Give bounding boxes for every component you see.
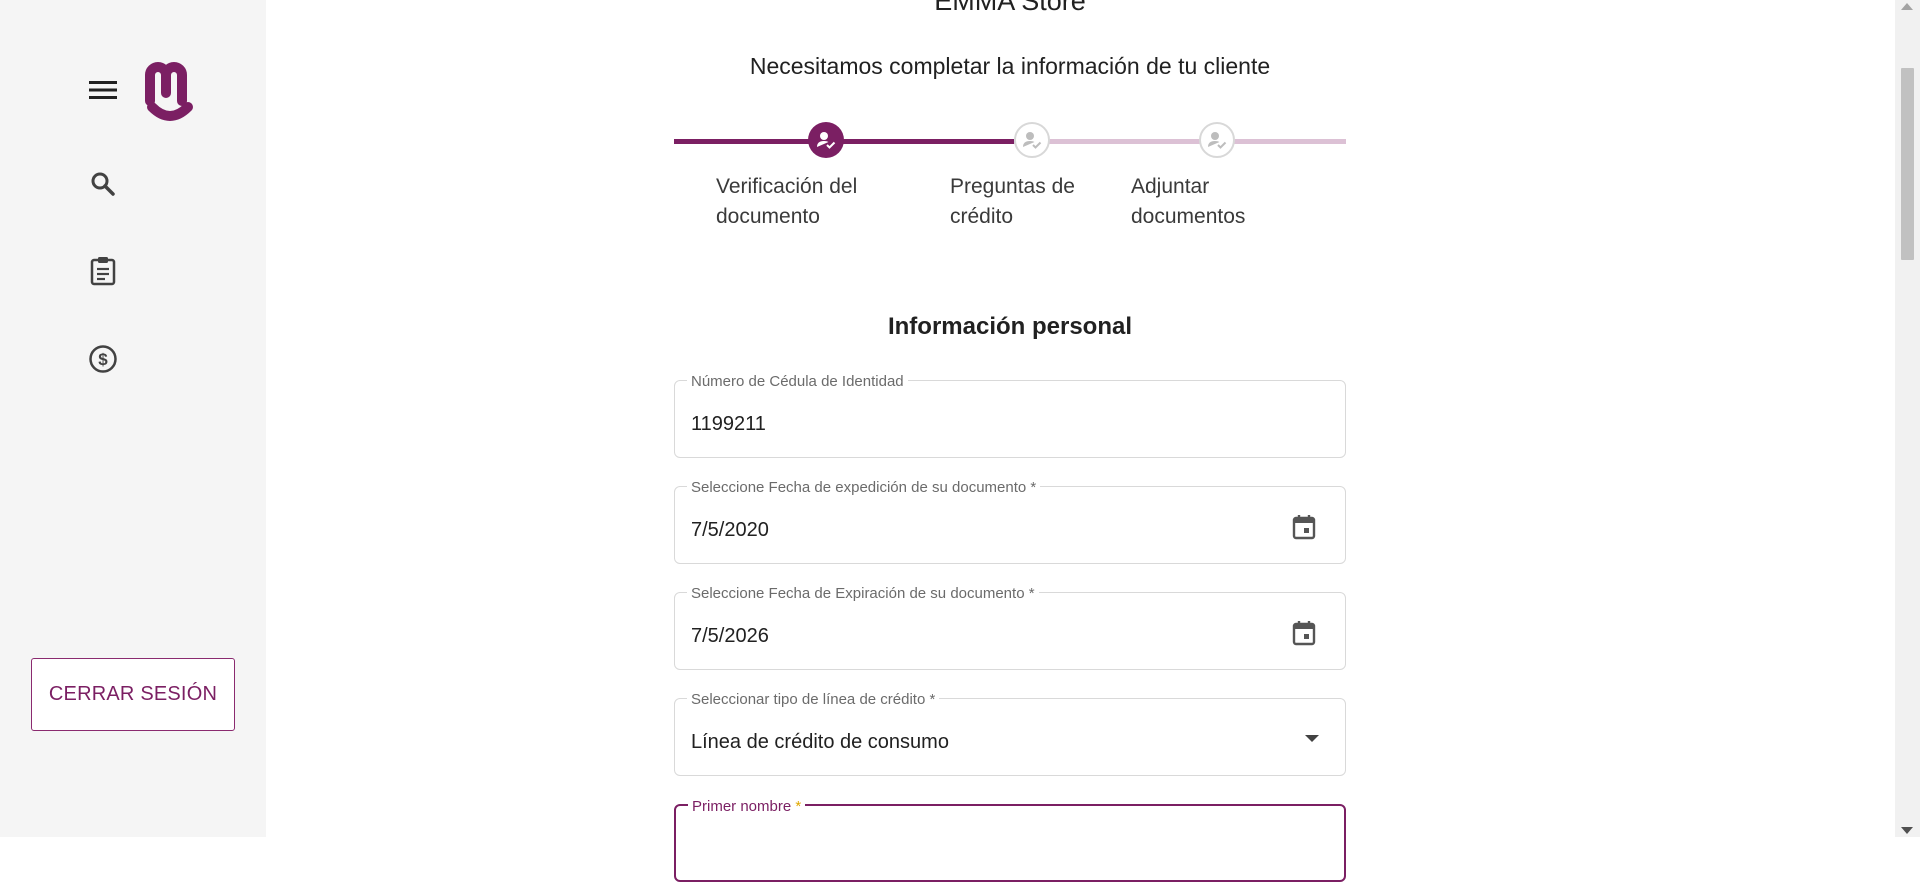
required-star: * — [795, 798, 802, 815]
cedula-label: Número de Cédula de Identidad — [687, 373, 908, 390]
credit-line-label: Seleccionar tipo de línea de crédito * — [687, 691, 940, 708]
first-name-label: Primer nombre * — [688, 798, 806, 815]
scroll-down-icon[interactable] — [1901, 827, 1913, 834]
dollar-circle-icon[interactable]: $ — [85, 341, 121, 377]
scroll-thumb[interactable] — [1901, 68, 1914, 260]
page-subtitle: Necesitamos completar la información de … — [749, 53, 1271, 79]
sidebar: $ CERRAR SESIÓN — [0, 0, 266, 837]
expiry-date-value: 7/5/2026 — [691, 625, 769, 647]
clipboard-icon[interactable] — [85, 253, 121, 289]
stepper-remaining-line — [1014, 139, 1346, 144]
step-2-label: Preguntas de crédito — [950, 175, 1075, 228]
emma-logo[interactable] — [142, 58, 198, 124]
step-3-label: Adjuntar documentos — [1131, 175, 1246, 228]
cedula-field[interactable]: Número de Cédula de Identidad 1199211 — [674, 373, 1346, 458]
step-1-icon[interactable] — [808, 122, 844, 158]
expiry-date-field[interactable]: Seleccione Fecha de Expiración de su doc… — [674, 585, 1346, 670]
search-icon[interactable] — [85, 166, 121, 202]
first-name-field[interactable]: Primer nombre * — [674, 798, 1346, 882]
section-title: Información personal — [887, 313, 1133, 340]
stepper-progress-line — [674, 139, 1014, 144]
page-scrollbar[interactable] — [1895, 0, 1920, 837]
issue-date-field[interactable]: Seleccione Fecha de expedición de su doc… — [674, 479, 1346, 564]
step-3-icon[interactable] — [1199, 122, 1235, 158]
credit-line-value: Línea de crédito de consumo — [691, 731, 949, 753]
credit-line-select[interactable]: Seleccionar tipo de línea de crédito * L… — [674, 691, 1346, 776]
calendar-icon[interactable] — [1291, 513, 1317, 541]
dropdown-arrow-icon[interactable] — [1299, 725, 1325, 753]
calendar-icon[interactable] — [1291, 619, 1317, 647]
step-1-label: Verificación del documento — [716, 175, 858, 228]
issue-date-label: Seleccione Fecha de expedición de su doc… — [687, 479, 1041, 496]
step-2-icon[interactable] — [1014, 122, 1050, 158]
expiry-date-label: Seleccione Fecha de Expiración de su doc… — [687, 585, 1039, 602]
store-title: EMMA Store — [934, 0, 1086, 16]
issue-date-value: 7/5/2020 — [691, 519, 769, 541]
svg-text:$: $ — [98, 350, 108, 369]
cedula-value: 1199211 — [691, 413, 766, 435]
scroll-up-icon[interactable] — [1901, 3, 1913, 10]
logout-button[interactable]: CERRAR SESIÓN — [31, 658, 235, 731]
menu-icon[interactable] — [85, 72, 121, 108]
stepper: Verificación del documento Preguntas de … — [674, 120, 1346, 240]
